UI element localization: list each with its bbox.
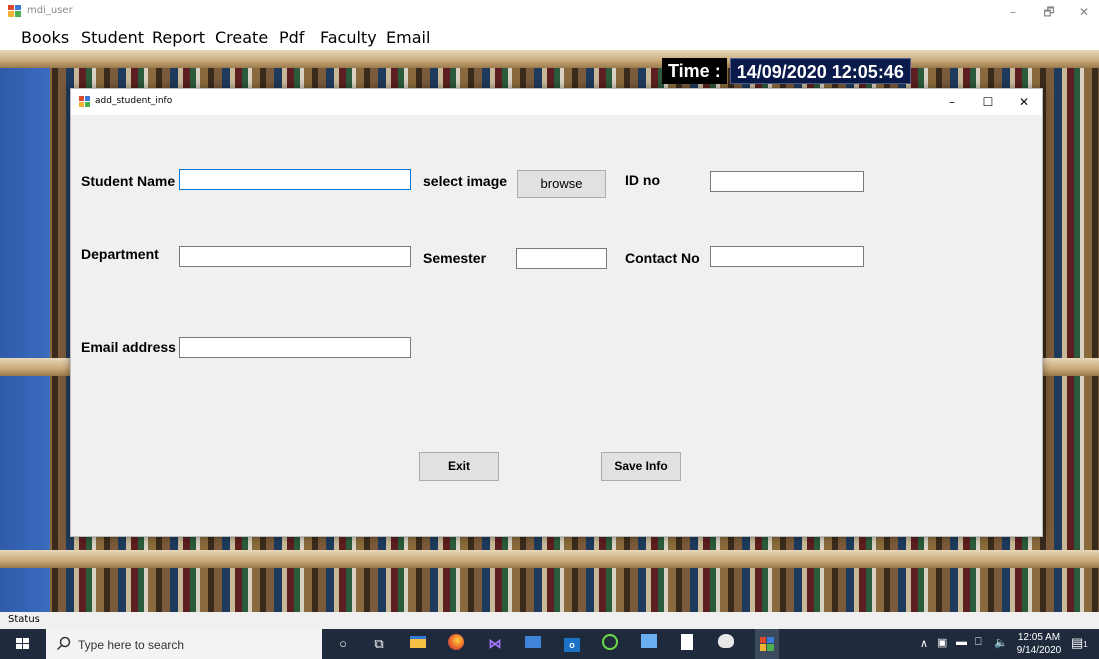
file-explorer-icon[interactable] — [408, 634, 428, 654]
shelf — [0, 550, 1099, 568]
menu-email[interactable]: Email — [386, 28, 430, 47]
close-button[interactable]: ✕ — [1066, 0, 1099, 24]
email-input[interactable] — [179, 337, 411, 358]
tray-battery-icon[interactable]: ⎕ — [975, 636, 982, 659]
tray-volume-icon[interactable]: 🔈 — [994, 636, 1008, 659]
department-label: Department — [81, 246, 159, 262]
status-text: Status — [8, 614, 40, 625]
contact-no-input[interactable] — [710, 246, 864, 267]
menu-books[interactable]: Books — [21, 28, 69, 47]
windows-start-icon[interactable] — [0, 629, 46, 659]
paint-icon[interactable] — [716, 634, 736, 654]
search-icon — [56, 636, 71, 651]
exit-button[interactable]: Exit — [419, 452, 499, 481]
email-label: Email address — [81, 339, 176, 355]
notification-center-icon[interactable]: ▤1 — [1071, 635, 1088, 659]
left-books — [0, 50, 50, 612]
id-no-input[interactable] — [710, 171, 864, 192]
upwork-icon[interactable] — [600, 634, 620, 654]
time-label: Time : — [662, 58, 727, 84]
shelf — [0, 50, 1099, 68]
task-view-icon[interactable]: ⧉ — [369, 634, 389, 654]
contact-no-label: Contact No — [625, 250, 700, 266]
minimize-button[interactable]: – — [995, 0, 1031, 24]
firefox-icon[interactable] — [446, 634, 466, 654]
app-icon — [8, 5, 21, 17]
visual-studio-icon[interactable]: ⋈ — [485, 634, 505, 654]
status-bar: Status — [0, 612, 1099, 629]
menu-report[interactable]: Report — [152, 28, 205, 47]
id-no-label: ID no — [625, 172, 660, 188]
form-title-bar: add_student_info – ☐ ✕ — [71, 89, 1042, 115]
semester-input[interactable] — [516, 248, 607, 269]
taskbar: Type here to search ○ ⧉ ⋈ o ∧ ▣ ▬ ⎕ 🔈 12… — [0, 629, 1099, 659]
tray-chevron-icon[interactable]: ∧ — [920, 637, 928, 659]
menu-pdf[interactable]: Pdf — [279, 28, 304, 47]
notification-count: 1 — [1083, 640, 1088, 649]
menu-create[interactable]: Create — [215, 28, 268, 47]
time-value: 14/09/2020 12:05:46 — [729, 58, 911, 84]
cortana-icon[interactable]: ○ — [333, 634, 353, 654]
restore-button[interactable]: 🗗 — [1031, 0, 1067, 24]
student-name-label: Student Name — [81, 173, 176, 189]
form-minimize-button[interactable]: – — [934, 89, 970, 115]
document-icon[interactable] — [677, 634, 697, 654]
select-image-label: select image — [423, 173, 508, 189]
semester-label: Semester — [423, 250, 487, 266]
form-maximize-button[interactable]: ☐ — [970, 89, 1006, 115]
taskbar-search-box[interactable]: Type here to search — [46, 629, 322, 659]
app-icon — [760, 637, 774, 651]
tray-network-icon[interactable]: ▬ — [956, 636, 967, 659]
clock-time: 12:05 AM — [1017, 632, 1061, 643]
browse-button[interactable]: browse — [517, 170, 606, 198]
menu-student[interactable]: Student — [81, 28, 144, 47]
running-app-icon[interactable] — [755, 629, 779, 659]
tray-app-icon[interactable]: ▣ — [937, 636, 947, 659]
taskbar-clock[interactable]: 12:05 AM 9/14/2020 — [1009, 631, 1069, 657]
menu-faculty[interactable]: Faculty — [320, 28, 377, 47]
search-placeholder: Type here to search — [78, 638, 185, 652]
window-title: mdi_user — [27, 5, 73, 16]
clock-date: 9/14/2020 — [1016, 645, 1062, 656]
student-name-input[interactable] — [179, 169, 411, 190]
save-info-button[interactable]: Save Info — [601, 452, 681, 481]
mdi-title-bar: mdi_user – 🗗 ✕ — [0, 0, 1099, 24]
app-icon-monitor[interactable] — [639, 634, 659, 654]
time-display: Time : 14/09/2020 12:05:46 — [662, 58, 911, 84]
form-icon — [79, 96, 90, 107]
outlook-icon[interactable]: o — [562, 634, 582, 654]
screen: mdi_user – 🗗 ✕ Books Student Report Crea… — [0, 0, 1099, 659]
department-input[interactable] — [179, 246, 411, 267]
menu-bar: Books Student Report Create Pdf Faculty … — [0, 24, 1099, 50]
add-student-form: add_student_info – ☐ ✕ Student Name sele… — [70, 88, 1043, 537]
form-close-button[interactable]: ✕ — [1006, 89, 1042, 115]
app-icon-blue[interactable] — [523, 634, 543, 654]
form-title: add_student_info — [95, 96, 173, 106]
